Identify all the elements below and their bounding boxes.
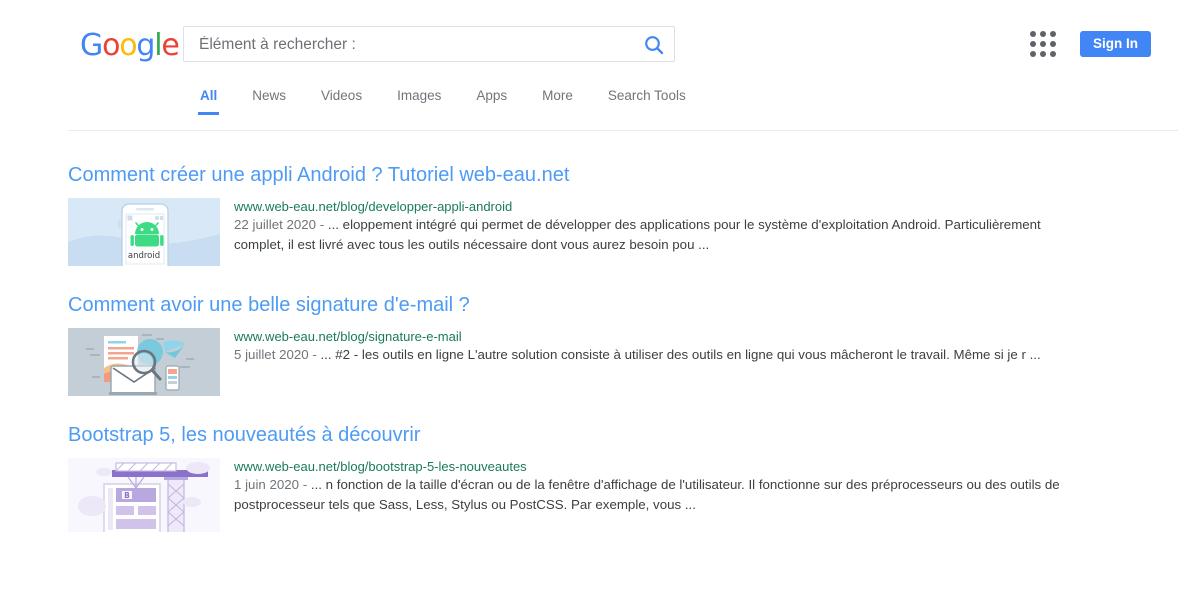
result-url[interactable]: www.web-eau.net/blog/developper-appli-an… [234,198,1080,215]
search-result-item: Comment avoir une belle signature d'e-ma… [0,292,1195,396]
search-result-item: Comment créer une appli Android ? Tutori… [0,162,1195,266]
result-title-link[interactable]: Bootstrap 5, les nouveautés à découvrir [68,422,1195,448]
search-tabs: All News Videos Images Apps More Search … [197,88,721,115]
result-text: www.web-eau.net/blog/signature-e-mail 5 … [234,328,1041,396]
email-signature-thumbnail[interactable] [68,328,220,396]
result-date: 5 juillet 2020 - [234,347,321,362]
result-snippet-text: ... eloppement intégré qui permet de dév… [234,217,1041,252]
google-logo[interactable]: Google [80,28,180,63]
result-snippet-text: ... #2 - les outils en ligne L'autre sol… [320,347,1041,362]
search-tabs-bar: All News Videos Images Apps More Search … [0,88,1195,132]
logo-letter-g: G [80,28,103,63]
svg-text:android: android [128,251,160,261]
search-result-item: Bootstrap 5, les nouveautés à découvrir … [0,422,1195,532]
result-title-link[interactable]: Comment avoir une belle signature d'e-ma… [68,292,1195,318]
apps-dot [1040,41,1046,47]
result-body: android www.web-eau.net/blog/developper-… [68,198,1195,266]
apps-dot [1040,31,1046,37]
result-date: 22 juillet 2020 - [234,217,328,232]
search-box[interactable] [183,26,675,63]
apps-dot [1040,51,1046,57]
tab-images[interactable]: Images [397,88,441,115]
search-input[interactable] [197,27,626,63]
apps-dot [1030,31,1036,37]
svg-text:B: B [124,491,130,500]
sign-in-button[interactable]: Sign In [1080,31,1151,57]
search-icon [645,36,664,55]
logo-letter-e: e [161,28,179,63]
search-results: Comment créer une appli Android ? Tutori… [0,132,1195,532]
result-url[interactable]: www.web-eau.net/blog/signature-e-mail [234,328,1041,345]
result-body: www.web-eau.net/blog/signature-e-mail 5 … [68,328,1195,396]
tab-more[interactable]: More [542,88,573,115]
apps-dot [1050,51,1056,57]
logo-letter-o1: o [102,28,120,63]
android-phone-thumbnail[interactable]: android [68,198,220,266]
result-snippet: 5 juillet 2020 - ... #2 - les outils en … [234,345,1041,365]
page-header: Google Sign In [0,0,1195,88]
apps-dot [1030,51,1036,57]
tab-news[interactable]: News [252,88,286,115]
logo-letter-g2: g [136,28,155,63]
apps-dot [1050,41,1056,47]
result-body: B www.web-eau.net/blog/bootstrap-5-les-n… [68,458,1195,532]
apps-dot [1030,41,1036,47]
tab-videos[interactable]: Videos [321,88,362,115]
bootstrap-crane-thumbnail[interactable]: B [68,458,220,532]
result-text: www.web-eau.net/blog/developper-appli-an… [234,198,1080,266]
result-text: www.web-eau.net/blog/bootstrap-5-les-nou… [234,458,1080,532]
result-date: 1 juin 2020 - [234,477,311,492]
tab-apps[interactable]: Apps [476,88,507,115]
result-snippet: 1 juin 2020 - ... n fonction de la taill… [234,475,1080,514]
apps-grid-icon[interactable] [1030,31,1058,59]
search-button[interactable] [642,33,666,57]
result-snippet: 22 juillet 2020 - ... eloppement intégré… [234,215,1080,254]
logo-letter-o2: o [119,28,137,63]
tab-search-tools[interactable]: Search Tools [608,88,686,115]
result-snippet-text: ... n fonction de la taille d'écran ou d… [234,477,1060,512]
result-url[interactable]: www.web-eau.net/blog/bootstrap-5-les-nou… [234,458,1080,475]
tab-all[interactable]: All [197,88,220,115]
apps-dot [1050,31,1056,37]
result-title-link[interactable]: Comment créer une appli Android ? Tutori… [68,162,1195,188]
tabs-divider [68,130,1178,131]
